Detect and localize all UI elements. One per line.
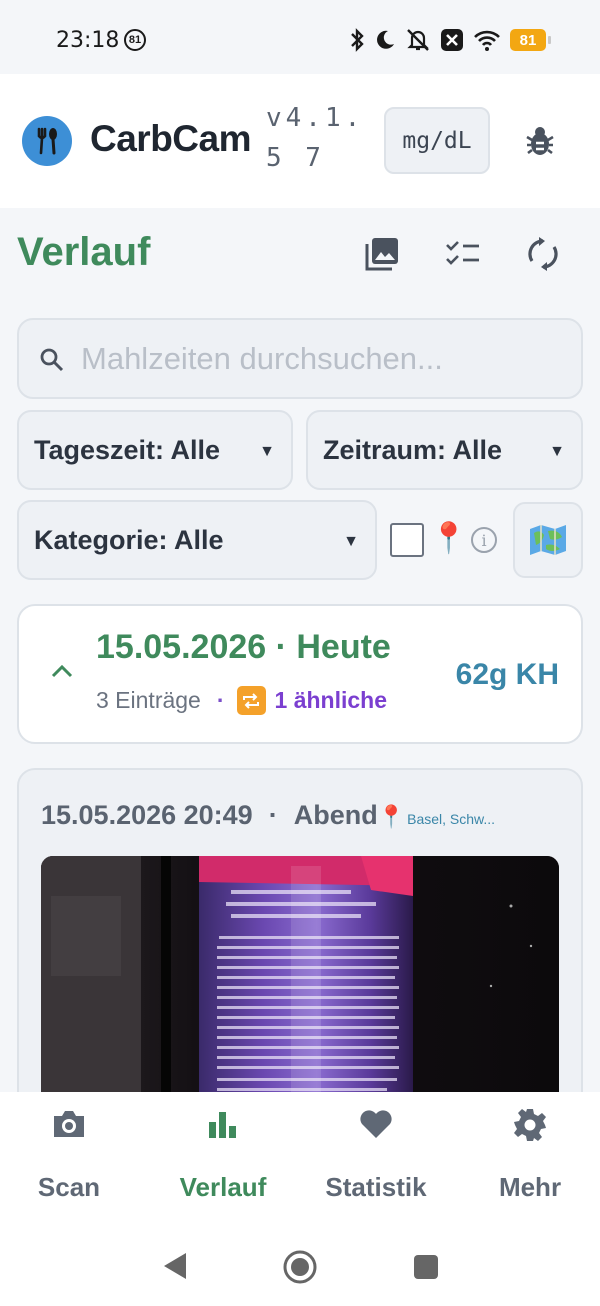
entry-count: 3 Einträge bbox=[96, 687, 201, 713]
wifi-icon bbox=[474, 30, 500, 51]
nav-item-statistik[interactable]: Statistik bbox=[301, 1092, 451, 1222]
meal-header: 15.05.2026 20:49 · Abend 📍 Basel, Schw..… bbox=[41, 800, 495, 831]
nav-item-scan[interactable]: Scan bbox=[0, 1092, 144, 1222]
nav-label: Mehr bbox=[498, 1172, 562, 1202]
day-group-card[interactable]: 15.05.2026 · Heute 3 Einträge · 1 ähnlic… bbox=[17, 604, 583, 744]
battery-icon: 81 bbox=[510, 29, 551, 51]
chevron-up-icon[interactable] bbox=[51, 664, 73, 678]
search-input[interactable] bbox=[81, 336, 561, 382]
status-icons: 81 bbox=[349, 27, 551, 53]
nav-label: Statistik bbox=[325, 1172, 427, 1202]
moon-icon bbox=[377, 30, 394, 49]
daytime-filter-select[interactable]: Tageszeit: Alle ▼ bbox=[17, 410, 293, 490]
notification-badge-icon: 81 bbox=[124, 29, 146, 51]
status-bar: 23:18 81 81 bbox=[0, 0, 600, 74]
checklist-icon[interactable] bbox=[443, 234, 483, 274]
bar-chart-icon bbox=[209, 1112, 236, 1138]
home-icon[interactable] bbox=[283, 1250, 317, 1284]
meal-daytime: Abend bbox=[293, 800, 378, 830]
meal-location: Basel, Schw... bbox=[407, 811, 496, 827]
dropdown-caret-icon: ▼ bbox=[259, 443, 275, 460]
system-navigation-bar bbox=[0, 1222, 600, 1306]
period-filter-value: Zeitraum: Alle bbox=[323, 434, 503, 465]
separator: · bbox=[216, 687, 225, 713]
status-time: 23:18 bbox=[56, 28, 120, 53]
map-icon bbox=[530, 525, 566, 555]
search-icon bbox=[40, 348, 64, 372]
camera-icon bbox=[54, 1111, 84, 1137]
nav-label: Scan bbox=[37, 1172, 101, 1202]
period-filter-select[interactable]: Zeitraum: Alle ▼ bbox=[306, 410, 583, 490]
back-icon[interactable] bbox=[162, 1252, 188, 1280]
info-icon[interactable]: i bbox=[471, 527, 497, 553]
app-title: CarbCam bbox=[90, 118, 252, 159]
heart-icon bbox=[360, 1110, 392, 1138]
similar-meals-link[interactable]: 1 ähnliche bbox=[275, 687, 387, 714]
bottom-navigation: Scan Verlauf Statistik Mehr bbox=[0, 1092, 600, 1222]
separator: · bbox=[268, 800, 278, 830]
dropdown-caret-icon: ▼ bbox=[549, 443, 565, 460]
nav-item-verlauf[interactable]: Verlauf bbox=[148, 1092, 298, 1222]
nav-label: Verlauf bbox=[179, 1172, 267, 1202]
location-pin-icon: 📍 bbox=[430, 522, 468, 555]
location-filter-checkbox[interactable] bbox=[390, 523, 424, 557]
location-pin-icon: 📍 bbox=[377, 804, 406, 829]
bug-report-icon[interactable] bbox=[520, 121, 560, 161]
daytime-filter-value: Tageszeit: Alle bbox=[34, 434, 221, 465]
meal-datetime: 15.05.2026 20:49 bbox=[41, 800, 253, 830]
day-carb-total: 62g KH bbox=[455, 658, 559, 691]
sync-icon[interactable] bbox=[523, 234, 563, 274]
map-button[interactable] bbox=[513, 502, 583, 578]
nav-item-mehr[interactable]: Mehr bbox=[455, 1092, 600, 1222]
unit-toggle-button[interactable]: mg/dL bbox=[384, 107, 490, 174]
gallery-icon[interactable] bbox=[362, 234, 402, 274]
recents-icon[interactable] bbox=[413, 1254, 439, 1280]
app-version: v4.1.5 7 bbox=[266, 103, 365, 173]
x-app-icon bbox=[441, 29, 463, 51]
page-title: Verlauf bbox=[17, 230, 151, 274]
app-bar: CarbCam v4.1.5 7 mg/dL bbox=[0, 74, 600, 208]
category-filter-value: Kategorie: Alle bbox=[34, 524, 224, 555]
app-logo-icon bbox=[22, 116, 72, 166]
search-box bbox=[17, 318, 583, 399]
bluetooth-icon bbox=[351, 28, 364, 52]
day-group-subtitle: 3 Einträge · 1 ähnliche bbox=[96, 686, 387, 715]
dropdown-caret-icon: ▼ bbox=[343, 533, 359, 550]
gear-icon bbox=[514, 1109, 546, 1141]
day-group-title: 15.05.2026 · Heute bbox=[96, 628, 391, 666]
repeat-icon bbox=[236, 686, 266, 715]
category-filter-select[interactable]: Kategorie: Alle ▼ bbox=[17, 500, 377, 580]
mute-icon bbox=[407, 29, 429, 51]
